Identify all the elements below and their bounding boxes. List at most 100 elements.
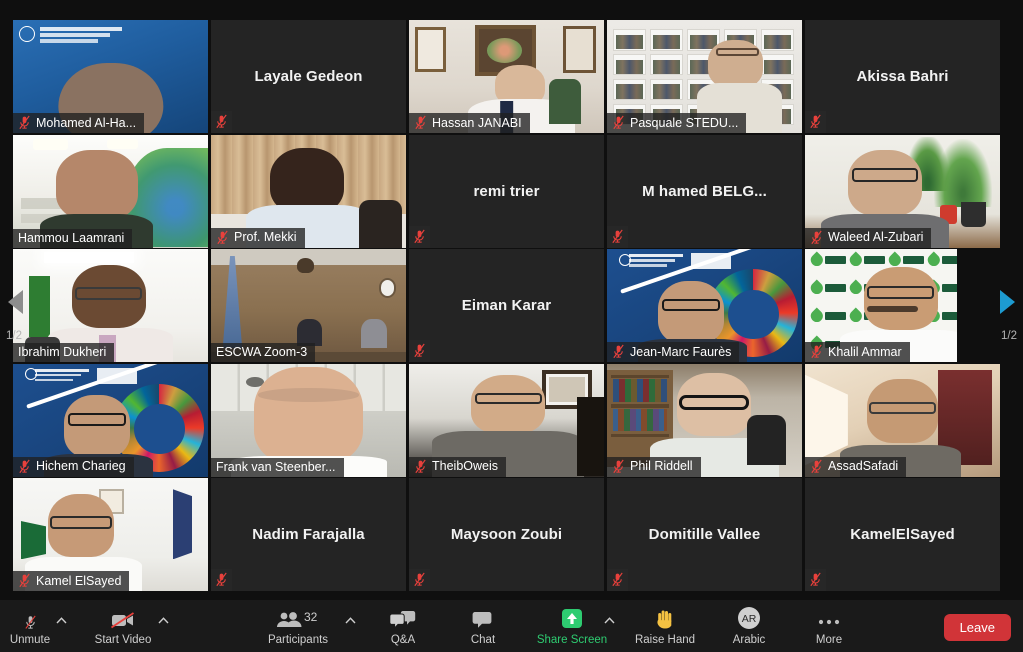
- participant-tile[interactable]: Frank van Steenber...: [211, 363, 406, 477]
- start-video-label: Start Video: [94, 634, 152, 646]
- chevron-left-icon: [8, 290, 23, 314]
- video-options-caret[interactable]: [158, 617, 169, 624]
- participants-options-caret[interactable]: [345, 617, 356, 624]
- share-screen-icon: [559, 606, 585, 630]
- participant-name: Maysoon Zoubi: [450, 526, 563, 543]
- participant-name-bar: Prof. Mekki: [211, 227, 305, 248]
- participant-name-bar: Hammou Laamrani: [13, 228, 133, 248]
- participant-tile[interactable]: AssadSafadi: [805, 363, 1000, 477]
- mic-muted-icon: [216, 230, 229, 245]
- participant-tile[interactable]: ESCWA Zoom-3: [211, 249, 406, 362]
- participant-tile[interactable]: Khalil Ammar: [805, 249, 1000, 362]
- participant-tile[interactable]: TheibOweis: [409, 363, 604, 477]
- participant-tile[interactable]: Prof. Mekki: [211, 134, 406, 248]
- participant-tile[interactable]: Kamel ElSayed: [13, 478, 208, 591]
- participant-name: Hassan JANABI: [432, 115, 522, 130]
- raise-hand-button[interactable]: Raise Hand: [627, 600, 703, 652]
- audio-options-caret[interactable]: [56, 617, 67, 624]
- leave-button[interactable]: Leave: [943, 614, 1011, 641]
- participant-tile[interactable]: Hassan JANABI: [409, 20, 604, 133]
- ellipsis-icon: [815, 606, 843, 630]
- mic-muted-icon: [216, 114, 227, 129]
- participant-name-bar: Pasquale STEDU...: [607, 113, 747, 133]
- mic-muted-icon: [810, 572, 821, 587]
- mic-muted-icon: [612, 229, 623, 243]
- participant-name-bar: Kamel ElSayed: [13, 571, 130, 591]
- page-indicator-left: 1/2: [6, 330, 22, 342]
- share-screen-button[interactable]: Share Screen: [528, 600, 616, 652]
- participant-name-bar: Frank van Steenber...: [211, 457, 344, 477]
- participant-name: Frank van Steenber...: [216, 459, 336, 474]
- mic-muted-icon: [216, 572, 227, 587]
- participant-tile[interactable]: Hichem Charieg: [13, 363, 208, 477]
- mic-muted-icon: [612, 572, 623, 587]
- mic-muted-icon: [612, 459, 625, 474]
- mic-muted-indicator: [409, 225, 430, 248]
- participants-button[interactable]: 32 Participants: [258, 600, 338, 652]
- participant-tile[interactable]: Nadim Farajalla: [211, 478, 406, 591]
- chat-button[interactable]: Chat: [455, 600, 511, 652]
- mic-muted-indicator: [409, 569, 430, 591]
- page-indicator-right: 1/2: [1001, 330, 1017, 342]
- language-interpretation-button[interactable]: AR Arabic: [721, 600, 777, 652]
- mic-muted-icon: [810, 344, 823, 359]
- mic-muted-indicator: [409, 340, 430, 362]
- participant-tile[interactable]: KamelElSayed: [805, 478, 1000, 591]
- participant-name-bar: Hassan JANABI: [409, 113, 530, 133]
- mic-muted-icon: [612, 344, 625, 359]
- participant-tile[interactable]: Layale Gedeon: [211, 20, 406, 133]
- share-screen-label: Share Screen: [536, 634, 608, 646]
- participant-tile[interactable]: Akissa Bahri: [805, 20, 1000, 133]
- participant-name: Akissa Bahri: [856, 68, 949, 85]
- more-button[interactable]: More: [800, 600, 858, 652]
- participant-tile[interactable]: Jean-Marc Faurès: [607, 249, 802, 362]
- participant-name: AssadSafadi: [828, 459, 899, 473]
- participant-name-bar: Waleed Al-Zubari: [805, 227, 932, 248]
- next-page-arrow[interactable]: [995, 282, 1021, 322]
- video-camera-muted-icon: [110, 606, 136, 630]
- participant-tile[interactable]: Domitille Vallee: [607, 478, 802, 591]
- chevron-up-icon: [604, 617, 615, 624]
- unmute-button[interactable]: Unmute: [2, 600, 58, 652]
- mic-muted-indicator: [607, 569, 628, 591]
- participant-name: Mohamed Al-Ha...: [36, 115, 137, 130]
- participant-tile[interactable]: Pasquale STEDU...: [607, 20, 802, 133]
- participant-tile[interactable]: Maysoon Zoubi: [409, 478, 604, 591]
- participant-name-bar: Mohamed Al-Ha...: [13, 113, 145, 133]
- zoom-meeting-window: Mohamed Al-Ha... Layale Gedeon Hassan JANA…: [0, 0, 1023, 652]
- microphone-muted-icon: [24, 606, 37, 630]
- share-options-caret[interactable]: [604, 617, 615, 624]
- participant-name-bar: AssadSafadi: [805, 456, 907, 477]
- participant-name: Ibrahim Dukheri: [18, 345, 107, 359]
- mic-muted-icon: [414, 229, 425, 243]
- participant-tile[interactable]: Waleed Al-Zubari: [805, 134, 1000, 248]
- mic-muted-icon: [414, 115, 427, 130]
- participant-tile[interactable]: M hamed BELG...: [607, 134, 802, 248]
- raise-hand-label: Raise Hand: [634, 634, 696, 646]
- previous-page-arrow[interactable]: [2, 282, 28, 322]
- participant-name: Kamel ElSayed: [36, 573, 122, 588]
- participant-tile[interactable]: Mohamed Al-Ha...: [13, 20, 208, 133]
- start-video-button[interactable]: Start Video: [85, 600, 161, 652]
- mic-muted-icon: [612, 115, 625, 130]
- participants-count-text: 32: [304, 610, 318, 624]
- mic-muted-icon: [810, 230, 823, 245]
- participant-name-bar: Hichem Charieg: [13, 456, 134, 477]
- mic-muted-icon: [811, 459, 822, 473]
- qa-button[interactable]: Q&A: [373, 600, 433, 652]
- participant-name: Prof. Mekki: [234, 230, 297, 244]
- participant-tile[interactable]: remi trier: [409, 134, 604, 248]
- participant-tile[interactable]: Phil Riddell: [607, 363, 802, 477]
- participant-name: Hammou Laamrani: [18, 230, 125, 245]
- chat-label: Chat: [470, 634, 496, 646]
- participant-tile[interactable]: Hammou Laamrani: [13, 134, 208, 248]
- mic-muted-icon: [415, 115, 426, 130]
- participant-tile[interactable]: Ibrahim Dukheri: [13, 249, 208, 362]
- mic-muted-icon: [19, 459, 30, 473]
- participant-name: KamelElSayed: [850, 526, 955, 543]
- participant-name: Khalil Ammar: [828, 344, 902, 359]
- participant-tile[interactable]: Eiman Karar: [409, 249, 604, 362]
- participant-name: Layale Gedeon: [254, 68, 363, 85]
- participant-name: TheibOweis: [432, 459, 498, 473]
- participant-name-bar: ESCWA Zoom-3: [211, 343, 316, 362]
